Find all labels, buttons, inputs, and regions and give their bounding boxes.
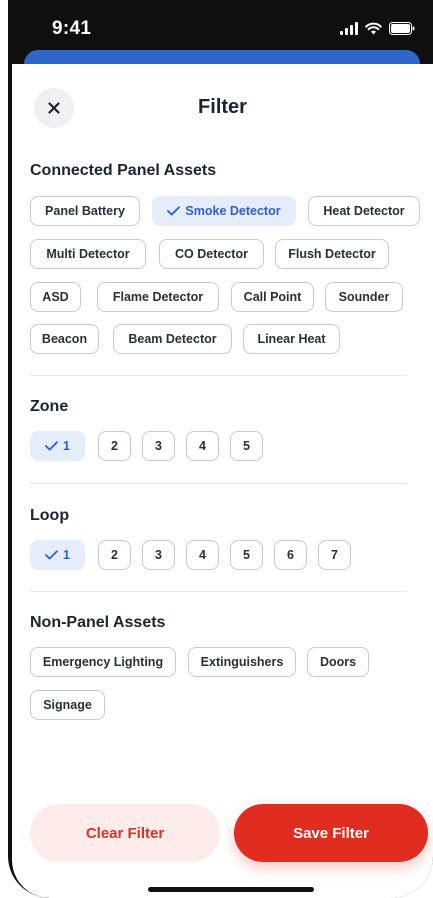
chip-emergency-lighting[interactable]: Emergency Lighting — [30, 647, 176, 677]
chip-label: 1 — [63, 548, 70, 562]
divider — [30, 591, 407, 592]
chip-label: Beam Detector — [128, 332, 217, 346]
home-indicator — [148, 887, 314, 892]
check-icon — [45, 550, 58, 560]
chip-label: Doors — [319, 655, 357, 669]
loop-chip-1[interactable]: 1 — [30, 540, 85, 570]
chip-label: 3 — [155, 548, 162, 562]
zone-chip-2[interactable]: 2 — [98, 431, 131, 461]
filter-sheet: Filter Connected Panel Assets Panel Batt… — [12, 64, 433, 898]
chip-label: 2 — [111, 439, 118, 453]
loop-chip-4[interactable]: 4 — [186, 540, 219, 570]
chip-smoke-detector[interactable]: Smoke Detector — [152, 196, 296, 226]
zone-chip-4[interactable]: 4 — [186, 431, 219, 461]
chip-label: 2 — [111, 548, 118, 562]
chip-label: 3 — [155, 439, 162, 453]
chip-label: Smoke Detector — [185, 204, 281, 218]
chip-label: Beacon — [41, 332, 88, 346]
chip-extinguishers[interactable]: Extinguishers — [188, 647, 296, 677]
chip-label: 5 — [243, 439, 250, 453]
chip-sounder[interactable]: Sounder — [325, 282, 403, 312]
loop-chip-6[interactable]: 6 — [274, 540, 307, 570]
loop-chip-7[interactable]: 7 — [318, 540, 351, 570]
chip-label: Sounder — [338, 290, 390, 304]
status-time: 9:41 — [52, 18, 92, 39]
status-bar: 9:41 — [8, 0, 433, 50]
chip-label: Panel Battery — [45, 204, 125, 218]
chip-label: 4 — [199, 439, 206, 453]
page-title: Filter — [198, 96, 247, 118]
chip-label: Multi Detector — [46, 247, 130, 261]
clear-filter-label: Clear Filter — [85, 824, 165, 842]
clear-filter-button[interactable]: Clear Filter — [30, 804, 220, 862]
loop-chip-2[interactable]: 2 — [98, 540, 131, 570]
check-icon — [167, 206, 181, 216]
chip-label: ASD — [42, 290, 69, 304]
section-title-loop: Loop — [30, 507, 70, 524]
divider — [30, 375, 407, 376]
chip-doors[interactable]: Doors — [307, 647, 369, 677]
chip-label: 5 — [243, 548, 250, 562]
chip-flush-detector[interactable]: Flush Detector — [275, 239, 389, 269]
chip-label: 4 — [199, 548, 206, 562]
chip-label: 7 — [331, 548, 338, 562]
chip-beam-detector[interactable]: Beam Detector — [113, 324, 232, 354]
zone-chip-1[interactable]: 1 — [30, 431, 85, 461]
chip-label: Signage — [43, 698, 92, 712]
status-icons — [340, 22, 415, 35]
divider — [30, 483, 407, 484]
chip-heat-detector[interactable]: Heat Detector — [308, 196, 420, 226]
chip-label: Extinguishers — [200, 655, 284, 669]
chip-label: Flush Detector — [288, 247, 376, 261]
save-filter-button[interactable]: Save Filter — [234, 804, 428, 862]
chip-label: CO Detector — [175, 247, 248, 261]
chip-asd[interactable]: ASD — [30, 282, 81, 312]
zone-chip-3[interactable]: 3 — [142, 431, 175, 461]
chip-linear-heat[interactable]: Linear Heat — [243, 324, 340, 354]
battery-icon — [389, 22, 415, 35]
chip-label: Emergency Lighting — [42, 655, 164, 669]
signal-icon — [340, 22, 358, 35]
phone-frame: 9:41 Filter Connected Panel Assets Panel… — [8, 0, 433, 898]
chip-label: Flame Detector — [112, 290, 204, 304]
wifi-icon — [365, 22, 382, 35]
section-title-zone: Zone — [30, 398, 69, 415]
section-title-connected-panel-assets: Connected Panel Assets — [30, 162, 217, 179]
chip-label: 1 — [63, 439, 70, 453]
chip-label: Call Point — [243, 290, 302, 304]
check-icon — [45, 441, 58, 451]
chip-label: Linear Heat — [257, 332, 326, 346]
chip-label: 6 — [287, 548, 294, 562]
save-filter-label: Save Filter — [293, 824, 369, 842]
chip-call-point[interactable]: Call Point — [231, 282, 314, 312]
chip-beacon[interactable]: Beacon — [30, 324, 99, 354]
section-title-non-panel-assets: Non-Panel Assets — [30, 614, 166, 631]
loop-chip-5[interactable]: 5 — [230, 540, 263, 570]
loop-chip-3[interactable]: 3 — [142, 540, 175, 570]
chip-panel-battery[interactable]: Panel Battery — [30, 196, 140, 226]
chip-co-detector[interactable]: CO Detector — [159, 239, 264, 269]
chip-signage[interactable]: Signage — [30, 690, 105, 720]
chip-label: Heat Detector — [323, 204, 405, 218]
chip-flame-detector[interactable]: Flame Detector — [97, 282, 219, 312]
chip-multi-detector[interactable]: Multi Detector — [30, 239, 146, 269]
zone-chip-5[interactable]: 5 — [230, 431, 263, 461]
